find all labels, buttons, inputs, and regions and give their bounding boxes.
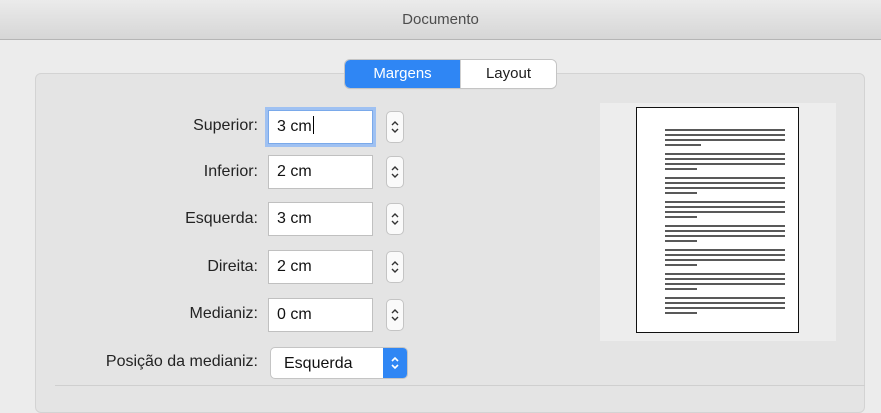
tab-layout[interactable]: Layout <box>460 60 556 88</box>
medianiz-stepper[interactable] <box>386 299 404 331</box>
superior-label: Superior: <box>193 117 258 134</box>
divider <box>55 385 865 386</box>
direita-field[interactable]: 2 cm <box>268 250 373 284</box>
tab-margens[interactable]: Margens <box>345 60 460 88</box>
stepper-arrows-icon <box>391 121 399 133</box>
tab-bar: Margens Layout <box>345 60 556 88</box>
inferior-stepper[interactable] <box>386 156 404 188</box>
inferior-label: Inferior: <box>203 163 258 180</box>
popup-chevrons-icon <box>383 348 407 378</box>
title-bar: Documento <box>0 0 881 40</box>
window-title: Documento <box>402 11 479 28</box>
medianiz-field[interactable]: 0 cm <box>268 298 373 332</box>
superior-stepper[interactable] <box>386 111 404 143</box>
gutter-position-select[interactable]: Esquerda <box>270 347 408 379</box>
gutter-position-value: Esquerda <box>284 355 353 372</box>
superior-field[interactable]: 3 cm <box>268 110 373 144</box>
medianiz-label: Medianiz: <box>189 305 258 322</box>
stepper-arrows-icon <box>391 261 399 273</box>
superior-value: 3 cm <box>277 118 312 135</box>
inferior-field[interactable]: 2 cm <box>268 155 373 189</box>
preview-page <box>636 107 799 333</box>
direita-stepper[interactable] <box>386 251 404 283</box>
esquerda-label: Esquerda: <box>185 210 258 227</box>
stepper-arrows-icon <box>391 309 399 321</box>
direita-label: Direita: <box>207 258 258 275</box>
stepper-arrows-icon <box>391 213 399 225</box>
esquerda-field[interactable]: 3 cm <box>268 202 373 236</box>
esquerda-stepper[interactable] <box>386 203 404 235</box>
text-caret <box>312 116 314 134</box>
stepper-arrows-icon <box>391 166 399 178</box>
page-preview <box>600 103 836 341</box>
gutter-position-label: Posição da medianiz: <box>105 353 258 370</box>
preview-text-lines <box>665 129 785 314</box>
